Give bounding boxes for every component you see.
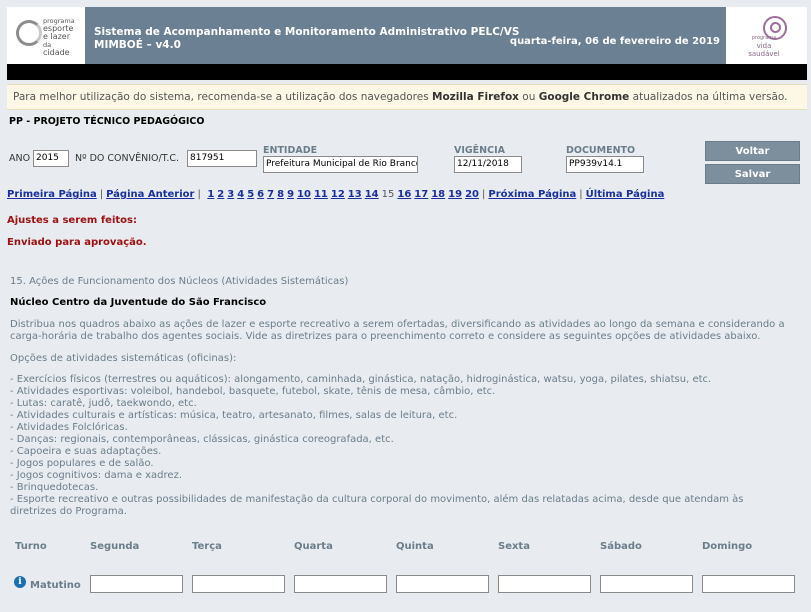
page-link[interactable]: 14 <box>365 189 379 200</box>
column-header-domingo: Domingo <box>702 541 753 552</box>
page-link[interactable]: 13 <box>348 189 362 200</box>
column-header-terca: Terça <box>192 541 222 552</box>
list-item: - Esporte recreativo e outras possibilid… <box>10 494 744 517</box>
header-band: Sistema de Acompanhamento e Monitorament… <box>85 7 726 64</box>
list-item: - Atividades Folclóricas. <box>10 422 128 433</box>
page-link[interactable]: 3 <box>227 189 234 200</box>
ano-label: ANO <box>9 153 31 164</box>
list-item: - Atividades culturais e artísticas: mús… <box>10 410 458 421</box>
salvar-button[interactable]: Salvar <box>705 164 800 184</box>
info-icon[interactable]: i <box>14 576 26 588</box>
page-link[interactable]: 2 <box>217 189 224 200</box>
first-page-link[interactable]: Primeira Página <box>7 189 97 200</box>
list-item: - Jogos populares e de salão. <box>10 458 154 469</box>
domingo-matutino-input[interactable] <box>702 575 795 593</box>
list-item: - Lutas: caratê, judô, taekwondo, etc. <box>10 398 197 409</box>
prev-page-link[interactable]: Página Anterior <box>106 189 194 200</box>
column-header-sabado: Sábado <box>600 541 642 552</box>
sexta-matutino-input[interactable] <box>498 575 591 593</box>
browser-notice: Para melhor utilização do sistema, recom… <box>7 84 807 110</box>
page-link[interactable]: 11 <box>314 189 328 200</box>
pagination: Primeira Página | Página Anterior | 1234567… <box>7 189 665 200</box>
app-title: Sistema de Acompanhamento e Monitorament… <box>94 26 520 51</box>
current-date: quarta-feira, 06 de fevereiro de 2019 <box>509 36 720 47</box>
list-item: - Danças: regionais, contemporâneas, clá… <box>10 434 394 445</box>
terca-matutino-input[interactable] <box>192 575 285 593</box>
logo-ring-icon <box>16 20 42 46</box>
page-link[interactable]: 12 <box>331 189 345 200</box>
page-link[interactable]: 19 <box>448 189 462 200</box>
sabado-matutino-input[interactable] <box>600 575 693 593</box>
list-item: - Capoeira e suas adaptações. <box>10 446 162 457</box>
section-description: Distribua nos quadros abaixo as ações de… <box>10 319 785 342</box>
vigencia-label: VIGÊNCIA <box>454 145 505 156</box>
page-link[interactable]: 5 <box>247 189 254 200</box>
vida-saudavel-logo: programa vida saudável <box>726 7 807 64</box>
esporte-lazer-logo: programa esporte e lazer da cidade <box>7 7 85 64</box>
page-title: PP - PROJETO TÉCNICO PEDAGÓGICO <box>9 116 205 127</box>
page-link[interactable]: 9 <box>287 189 294 200</box>
column-header-quarta: Quarta <box>294 541 333 552</box>
page-link[interactable]: 17 <box>414 189 428 200</box>
turno-matutino-label: Matutino <box>30 580 81 591</box>
adjustments-status: Ajustes a serem feitos: <box>7 215 137 226</box>
segunda-matutino-input[interactable] <box>90 575 183 593</box>
nucleo-name: Núcleo Centro da Juventude do São Franci… <box>10 297 267 308</box>
page-link[interactable]: 16 <box>397 189 411 200</box>
page-link[interactable]: 7 <box>267 189 274 200</box>
voltar-button[interactable]: Voltar <box>705 141 800 161</box>
page-link[interactable]: 8 <box>277 189 284 200</box>
current-page: 15 <box>381 189 395 200</box>
column-header-turno: Turno <box>15 541 47 552</box>
documento-field[interactable]: PP939v14.1 <box>566 156 644 173</box>
last-page-link[interactable]: Última Página <box>586 189 665 200</box>
convenio-field[interactable]: 817951 <box>187 150 257 167</box>
quinta-matutino-input[interactable] <box>396 575 489 593</box>
convenio-label: Nº DO CONVÊNIO/T.C. <box>75 153 180 164</box>
list-item: - Atividades esportivas: voleibol, hande… <box>10 386 496 397</box>
page-link[interactable]: 1 <box>207 189 214 200</box>
page-link[interactable]: 10 <box>297 189 311 200</box>
list-item: - Jogos cognitivos: dama e xadrez. <box>10 470 183 481</box>
list-item: - Brinquedotecas. <box>10 482 99 493</box>
menu-bar <box>7 64 807 80</box>
list-item: - Exercícios físicos (terrestres ou aquá… <box>10 374 712 385</box>
options-title: Opções de atividades sistemáticas (ofici… <box>10 353 237 364</box>
page-link[interactable]: 20 <box>465 189 479 200</box>
documento-label: DOCUMENTO <box>566 145 636 156</box>
vigencia-field[interactable]: 12/11/2018 <box>454 156 522 173</box>
column-header-sexta: Sexta <box>498 541 530 552</box>
entidade-label: ENTIDADE <box>263 145 318 156</box>
app-header: programa esporte e lazer da cidade Siste… <box>7 7 807 64</box>
next-page-link[interactable]: Próxima Página <box>488 189 576 200</box>
page-link[interactable]: 18 <box>431 189 445 200</box>
column-header-quinta: Quinta <box>396 541 434 552</box>
ano-field[interactable]: 2015 <box>33 150 69 167</box>
entidade-field[interactable]: Prefeitura Municipal de Rio Branco <box>263 156 418 173</box>
quarta-matutino-input[interactable] <box>294 575 387 593</box>
page-link[interactable]: 6 <box>257 189 264 200</box>
column-header-segunda: Segunda <box>90 541 140 552</box>
page-link[interactable]: 4 <box>237 189 244 200</box>
activity-options-list: - Exercícios físicos (terrestres ou aquá… <box>10 374 790 518</box>
sent-status: Enviado para aprovação. <box>7 237 147 248</box>
section-title: 15. Ações de Funcionamento dos Núcleos (… <box>10 276 349 287</box>
